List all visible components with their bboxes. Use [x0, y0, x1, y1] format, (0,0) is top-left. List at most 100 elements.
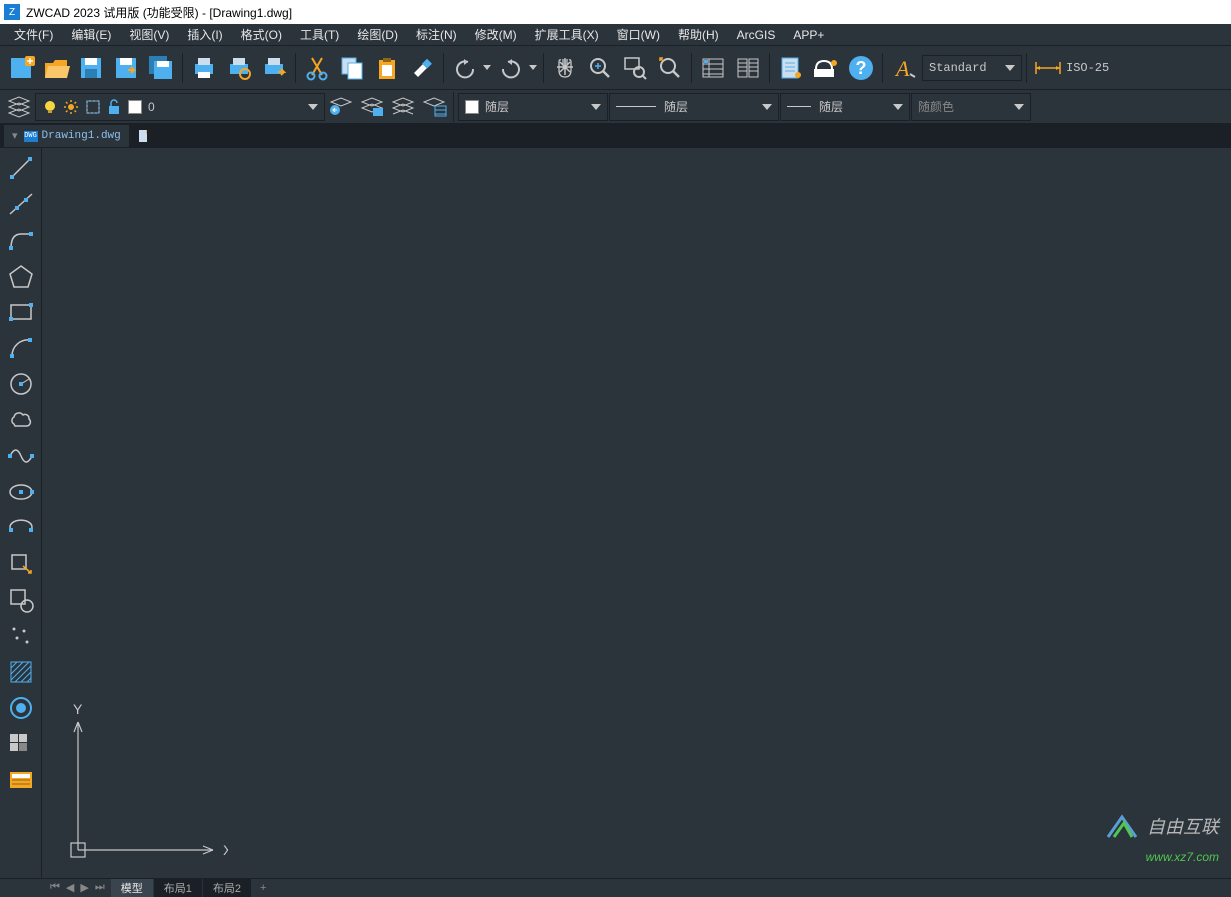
- linetype-value: 随层: [664, 98, 688, 115]
- document-tabs: ▾ DWG Drawing1.dwg: [0, 124, 1231, 148]
- new-button[interactable]: [4, 51, 38, 85]
- layer-manager-button[interactable]: [4, 93, 34, 121]
- layer-name: 0: [148, 100, 155, 114]
- make-block-tool[interactable]: [2, 582, 40, 618]
- spline-tool[interactable]: [2, 438, 40, 474]
- ucs-icon: X Y: [58, 700, 228, 870]
- polyline-tool[interactable]: [2, 222, 40, 258]
- menu-ext-tools[interactable]: 扩展工具(X): [527, 23, 607, 46]
- text-style-dropdown[interactable]: Standard: [922, 55, 1022, 81]
- linetype-dropdown[interactable]: 随层: [609, 93, 779, 121]
- layer-properties-button[interactable]: [696, 51, 730, 85]
- color-dropdown[interactable]: 随层: [458, 93, 608, 121]
- zoom-window-button[interactable]: [618, 51, 652, 85]
- tab-menu-icon[interactable]: ▾: [12, 129, 18, 143]
- line-tool[interactable]: [2, 150, 40, 186]
- revision-cloud-tool[interactable]: [2, 402, 40, 438]
- print-preview-button[interactable]: [222, 51, 256, 85]
- ellipse-tool[interactable]: [2, 474, 40, 510]
- table-tool[interactable]: [2, 762, 40, 798]
- menu-edit[interactable]: 编辑(E): [63, 23, 119, 46]
- menu-file[interactable]: 文件(F): [6, 23, 61, 46]
- save-as-button[interactable]: [109, 51, 143, 85]
- layout2-tab[interactable]: 布局2: [203, 879, 252, 897]
- cut-button[interactable]: [300, 51, 334, 85]
- redo-history-dropdown[interactable]: [529, 65, 539, 70]
- new-tab-button[interactable]: [130, 125, 156, 147]
- publish-button[interactable]: [257, 51, 291, 85]
- chevron-down-icon: [893, 104, 903, 110]
- menu-window[interactable]: 窗口(W): [609, 23, 668, 46]
- rectangle-tool[interactable]: [2, 294, 40, 330]
- layer-walk-button[interactable]: [419, 93, 449, 121]
- zoom-previous-button[interactable]: [653, 51, 687, 85]
- insert-block-tool[interactable]: [2, 546, 40, 582]
- copy-button[interactable]: [335, 51, 369, 85]
- menu-insert[interactable]: 插入(I): [179, 23, 230, 46]
- ellipse-arc-tool[interactable]: [2, 510, 40, 546]
- region-tool[interactable]: [2, 726, 40, 762]
- menu-format[interactable]: 格式(O): [233, 23, 290, 46]
- dwg-icon: DWG: [24, 131, 38, 142]
- open-button[interactable]: [39, 51, 73, 85]
- arc-tool[interactable]: [2, 330, 40, 366]
- tab-last-icon[interactable]: ⏭: [93, 881, 107, 894]
- gradient-tool[interactable]: [2, 690, 40, 726]
- redo-button[interactable]: [494, 51, 528, 85]
- pan-button[interactable]: [548, 51, 582, 85]
- menu-bar: 文件(F) 编辑(E) 视图(V) 插入(I) 格式(O) 工具(T) 绘图(D…: [0, 24, 1231, 46]
- paste-button[interactable]: [370, 51, 404, 85]
- drawing-canvas[interactable]: X Y 自由互联 www.xz7.com: [42, 148, 1231, 878]
- design-center-button[interactable]: [809, 51, 843, 85]
- menu-tools[interactable]: 工具(T): [292, 23, 347, 46]
- hatch-tool[interactable]: [2, 654, 40, 690]
- tab-first-icon[interactable]: ⏮: [48, 881, 62, 894]
- polygon-tool[interactable]: [2, 258, 40, 294]
- layer-iso-button[interactable]: [388, 93, 418, 121]
- undo-button[interactable]: [448, 51, 482, 85]
- tab-next-icon[interactable]: ▶: [78, 881, 90, 894]
- match-properties-button[interactable]: [405, 51, 439, 85]
- document-tab[interactable]: ▾ DWG Drawing1.dwg: [4, 125, 130, 147]
- help-button[interactable]: ?: [844, 51, 878, 85]
- point-tool[interactable]: [2, 618, 40, 654]
- layer-previous-button[interactable]: [326, 93, 356, 121]
- properties-button[interactable]: [774, 51, 808, 85]
- menu-draw[interactable]: 绘图(D): [349, 23, 406, 46]
- menu-app-plus[interactable]: APP+: [785, 25, 832, 45]
- print-button[interactable]: [187, 51, 221, 85]
- save-button[interactable]: [74, 51, 108, 85]
- layer-states-button[interactable]: [731, 51, 765, 85]
- menu-view[interactable]: 视图(V): [121, 23, 177, 46]
- zoom-realtime-button[interactable]: [583, 51, 617, 85]
- linetype-preview: [616, 106, 656, 107]
- layer-state-button[interactable]: [357, 93, 387, 121]
- chevron-down-icon: [591, 104, 601, 110]
- window-title: ZWCAD 2023 试用版 (功能受限) - [Drawing1.dwg]: [26, 4, 292, 21]
- toolbar-separator: [1026, 53, 1027, 83]
- menu-modify[interactable]: 修改(M): [467, 23, 525, 46]
- tab-prev-icon[interactable]: ◀: [64, 881, 76, 894]
- menu-arcgis[interactable]: ArcGIS: [729, 25, 784, 45]
- toolbar-separator: [769, 53, 770, 83]
- circle-tool[interactable]: [2, 366, 40, 402]
- menu-help[interactable]: 帮助(H): [670, 23, 727, 46]
- chevron-down-icon: [1014, 104, 1024, 110]
- toolbar-separator: [443, 53, 444, 83]
- watermark: 自由互联 www.xz7.com: [1102, 811, 1219, 866]
- save-all-button[interactable]: [144, 51, 178, 85]
- dimension-style-button[interactable]: [1031, 51, 1065, 85]
- layout1-tab[interactable]: 布局1: [154, 879, 203, 897]
- plot-style-dropdown[interactable]: 随颜色: [911, 93, 1031, 121]
- toolbar-separator: [882, 53, 883, 83]
- layer-dropdown[interactable]: 0: [35, 93, 325, 121]
- lineweight-dropdown[interactable]: 随层: [780, 93, 910, 121]
- add-layout-button[interactable]: +: [252, 881, 274, 895]
- svg-text:A: A: [894, 56, 910, 81]
- undo-history-dropdown[interactable]: [483, 65, 493, 70]
- draw-toolbar: [0, 148, 42, 878]
- construction-line-tool[interactable]: [2, 186, 40, 222]
- model-tab[interactable]: 模型: [111, 879, 154, 897]
- text-style-button[interactable]: A: [887, 51, 921, 85]
- menu-dimension[interactable]: 标注(N): [408, 23, 465, 46]
